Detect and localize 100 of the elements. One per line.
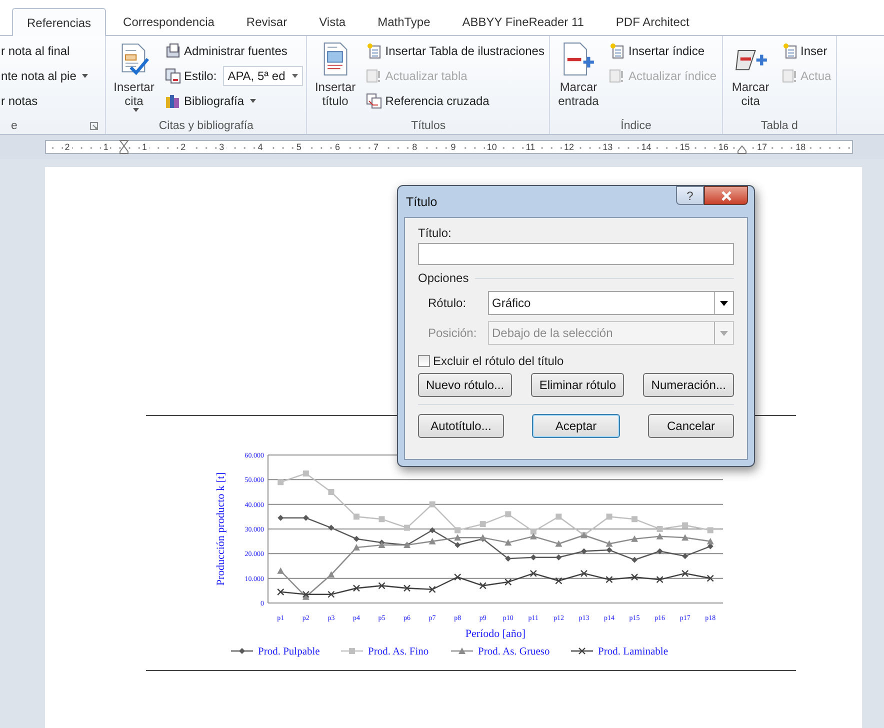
point	[682, 522, 688, 528]
point	[630, 574, 638, 581]
ruler-number: 13	[600, 142, 615, 152]
legend-marker	[450, 648, 472, 654]
point	[454, 527, 460, 534]
dialog-launcher-icon[interactable]	[90, 122, 98, 130]
ribbon-tab[interactable]: Correspondencia	[108, 8, 230, 35]
ruler-number: 8	[410, 142, 420, 152]
caret-icon	[720, 300, 728, 306]
point	[327, 590, 334, 598]
point	[428, 527, 435, 534]
dialog-button[interactable]: Nuevo rótulo...	[418, 373, 512, 397]
close-button[interactable]	[704, 186, 748, 205]
help-button[interactable]: ?	[676, 186, 704, 205]
legend-label: Prod. As. Fino	[368, 646, 428, 658]
dialog-button[interactable]: Cancelar	[648, 414, 734, 438]
caret-icon	[250, 99, 256, 103]
style-dropdown[interactable]: APA, 5ª ed	[222, 66, 304, 86]
ruler-number: 5	[294, 142, 304, 152]
ribbon-tab[interactable]: Referencias	[12, 8, 106, 36]
caret-icon	[720, 330, 728, 336]
close-icon	[720, 190, 732, 200]
point	[276, 567, 284, 574]
ribbon-button[interactable]: Insertar Tabla de ilustraciones	[364, 42, 546, 60]
ruler-number: 11	[524, 142, 538, 152]
point	[352, 584, 360, 592]
group-label: Índice	[620, 120, 652, 132]
ribbon-button[interactable]: Administrar fuentes	[163, 42, 290, 60]
point	[706, 574, 714, 582]
document-exclamation-icon	[782, 68, 798, 84]
ribbon-button[interactable]: Referencia cruzada	[364, 92, 492, 110]
ribbon-tab[interactable]: Revisar	[231, 8, 302, 35]
point	[681, 534, 688, 541]
ribbon-button[interactable]: Inser	[780, 42, 830, 60]
ruler-number: 1	[101, 142, 110, 152]
indent-marker-icon[interactable]	[119, 140, 130, 154]
point	[706, 527, 713, 534]
ribbon-tab[interactable]: Vista	[304, 8, 361, 35]
point	[453, 574, 461, 581]
point	[656, 576, 663, 584]
point	[504, 556, 511, 562]
point	[454, 534, 461, 541]
cross-reference-icon	[366, 93, 382, 109]
ribbon-large-button[interactable]: Insertar cita	[109, 40, 159, 117]
point	[277, 479, 284, 486]
point	[630, 535, 638, 542]
ribbon-button[interactable]: r notas	[0, 93, 40, 109]
point	[529, 570, 537, 577]
ribbon-tab[interactable]: MathType	[362, 8, 446, 35]
legend-marker	[570, 647, 592, 655]
group-label: e	[11, 120, 18, 132]
point	[504, 578, 512, 586]
document-exclamation-icon	[366, 68, 382, 84]
point	[682, 553, 688, 560]
title-input[interactable]	[418, 243, 734, 265]
point	[378, 516, 384, 522]
point	[605, 540, 612, 547]
point	[656, 548, 662, 554]
ribbon-large-button[interactable]: Insertar título	[310, 40, 360, 117]
point	[656, 532, 663, 540]
dialog-button[interactable]: Aceptar	[532, 414, 620, 438]
legend-marker	[230, 648, 252, 654]
caret-icon	[132, 108, 138, 112]
point	[631, 516, 638, 522]
point	[378, 582, 385, 590]
legend-label: Prod. As. Grueso	[478, 646, 550, 658]
ruler-number: 6	[332, 142, 342, 152]
ruler-number: 14	[639, 142, 654, 152]
document-star-icon	[609, 43, 626, 59]
ribbon-large-button[interactable]: Marcar cita	[726, 40, 776, 117]
ruler-number: 3	[217, 142, 226, 152]
ribbon-tab[interactable]: ABBYY FineReader 11	[447, 8, 599, 35]
document-exclamation-icon	[609, 68, 626, 84]
point	[631, 556, 638, 563]
dropdown-field[interactable]: Gráfico	[488, 291, 734, 315]
field-label: Rótulo:	[428, 296, 468, 310]
ribbon-button[interactable]: Insertar índice	[607, 42, 707, 60]
ribbon-tab[interactable]: PDF Architect	[600, 8, 704, 35]
document-plus-icon	[561, 42, 596, 76]
point	[302, 470, 308, 476]
point	[454, 542, 460, 548]
axis-title: Período [año]	[464, 628, 526, 640]
ruler-number: 12	[562, 142, 576, 152]
ribbon-button[interactable]: Bibliografía	[163, 92, 258, 110]
document-star-icon	[366, 43, 382, 59]
checkbox[interactable]	[418, 355, 430, 367]
ruler-number: 2	[178, 142, 188, 152]
ribbon-button[interactable]: Estilo:	[163, 67, 219, 85]
ruler-number: 16	[716, 142, 730, 152]
dialog-button[interactable]: Autotítulo...	[418, 414, 504, 438]
ribbon-large-button[interactable]: Marcar entrada	[553, 40, 604, 117]
dialog-button[interactable]: Eliminar rótulo	[531, 373, 624, 397]
point	[479, 521, 486, 528]
point	[504, 511, 511, 518]
ribbon-button[interactable]: r nota al final	[0, 43, 72, 59]
ribbon-button[interactable]: nte nota al pie	[0, 68, 90, 84]
document-star-icon	[782, 43, 798, 59]
dialog-button[interactable]: Numeración...	[643, 373, 734, 397]
ruler-number: 15	[678, 142, 692, 152]
field-label: Posición:	[428, 326, 478, 340]
